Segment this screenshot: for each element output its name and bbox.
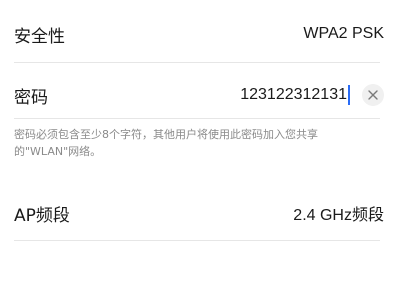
- security-value: WPA2 PSK: [303, 25, 384, 42]
- password-label: 密码: [14, 87, 48, 108]
- security-label: 安全性: [14, 26, 65, 47]
- password-hint-text: 密码必须包含至少8个字符，其他用户将使用此密码加入您共享的"WLAN"网络。: [14, 128, 318, 158]
- ap-band-value: 2.4 GHz频段: [293, 207, 384, 224]
- ap-band-row[interactable]: AP频段 2.4 GHz频段: [14, 193, 384, 233]
- security-row[interactable]: 安全性 WPA2 PSK: [14, 14, 384, 54]
- text-caret: [348, 85, 350, 105]
- password-field-wrap: [217, 84, 384, 106]
- clear-password-button[interactable]: [362, 84, 384, 106]
- password-input[interactable]: [217, 86, 347, 104]
- ap-band-label: AP频段: [14, 205, 70, 226]
- divider: [14, 62, 380, 63]
- password-row: 密码: [14, 75, 384, 115]
- divider: [14, 118, 380, 119]
- hotspot-settings-screen: 安全性 WPA2 PSK 密码 密码必须包含至少8个字符，其他用户将使用此密码加…: [0, 0, 400, 300]
- close-icon: [368, 90, 378, 100]
- divider: [14, 240, 380, 241]
